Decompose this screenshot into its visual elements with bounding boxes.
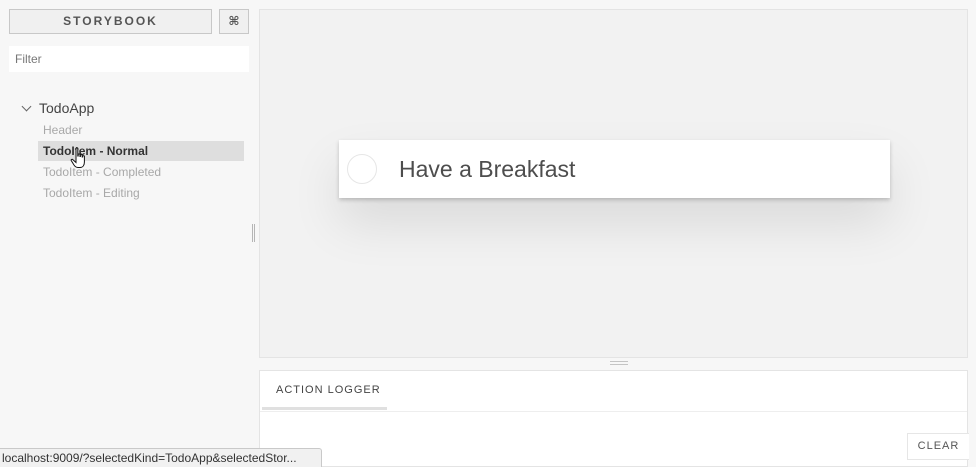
chevron-down-icon [21, 101, 32, 111]
todo-item: Have a Breakfast [339, 140, 890, 198]
panel-divider [260, 411, 967, 412]
clear-button[interactable]: CLEAR [907, 433, 969, 460]
todo-text[interactable]: Have a Breakfast [399, 140, 575, 198]
todo-complete-checkbox[interactable] [347, 154, 377, 184]
hand-pointer-icon [70, 147, 85, 168]
story-item-header[interactable]: Header [38, 120, 244, 140]
story-item-todoitem-editing[interactable]: TodoItem - Editing [38, 183, 244, 203]
preview-area: Have a Breakfast [259, 9, 968, 358]
storybook-brand-button[interactable]: STORYBOOK [9, 9, 212, 34]
shortcuts-button[interactable]: ⌘ [219, 9, 249, 34]
status-bar-url: localhost:9009/?selectedKind=TodoApp&sel… [0, 448, 322, 467]
sidebar-resize-handle[interactable] [252, 224, 255, 242]
story-item-todoitem-completed[interactable]: TodoItem - Completed [38, 162, 244, 182]
command-icon: ⌘ [228, 14, 240, 28]
sidebar: STORYBOOK ⌘ TodoApp Header TodoItem - No… [0, 0, 255, 467]
tab-action-logger[interactable]: ACTION LOGGER [262, 371, 387, 410]
filter-input[interactable] [9, 46, 249, 72]
story-item-todoitem-normal[interactable]: TodoItem - Normal [38, 141, 244, 161]
panel-resize-handle[interactable] [610, 361, 628, 365]
kind-todoapp[interactable]: TodoApp [20, 99, 94, 117]
addon-panel: ACTION LOGGER CLEAR [259, 370, 969, 467]
kind-label: TodoApp [39, 100, 95, 116]
